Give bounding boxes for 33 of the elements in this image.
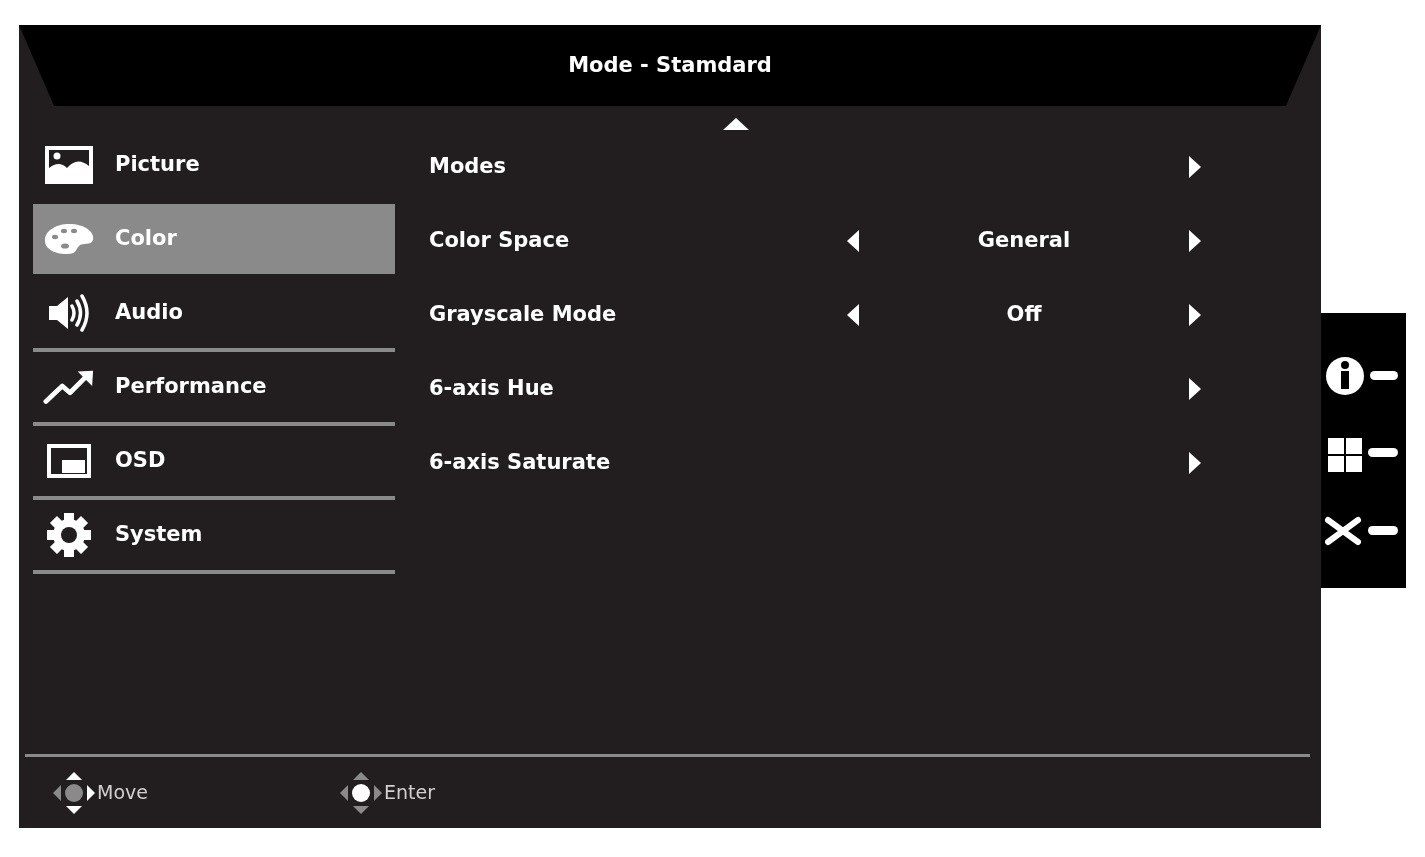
picture-icon [45,146,93,184]
speaker-icon [48,293,90,333]
setting-label[interactable]: Color Space [429,225,847,257]
right-arrow-icon[interactable] [1189,452,1201,474]
setting-value: General [977,227,1071,255]
info-icon[interactable] [1324,355,1399,396]
setting-value: Off [1006,301,1042,329]
menu-item[interactable]: OSD [33,426,395,496]
hint-label: Move [97,780,148,806]
dpad-icon [338,769,384,816]
settings-icon [46,512,92,558]
setting-label[interactable]: Modes [429,151,847,183]
menu-item[interactable]: Picture [33,130,395,200]
right-arrow-icon[interactable] [1189,378,1201,400]
menu-item[interactable]: Performance [33,352,395,422]
dpad-icon [51,769,97,816]
window-title: Mode - Stamdard [568,51,772,79]
setting-label[interactable]: 6-axis Saturate [429,447,847,479]
left-arrow-icon[interactable] [847,230,859,252]
right-arrow-icon[interactable] [1189,230,1201,252]
menu-item[interactable]: System [33,500,395,570]
setting-label[interactable]: 6-axis Hue [429,373,847,405]
menu-item[interactable]: Audio [33,278,395,348]
setting-label[interactable]: Grayscale Mode [429,299,847,331]
palette-icon [43,222,95,256]
scroll-up-icon[interactable] [723,118,749,130]
close-icon[interactable] [1324,515,1399,546]
left-arrow-icon[interactable] [847,304,859,326]
window-icon [47,444,91,478]
hint-label: Enter [384,780,435,806]
right-arrow-icon[interactable] [1189,304,1201,326]
trend-arrow-icon [43,369,95,405]
right-arrow-icon[interactable] [1189,156,1201,178]
